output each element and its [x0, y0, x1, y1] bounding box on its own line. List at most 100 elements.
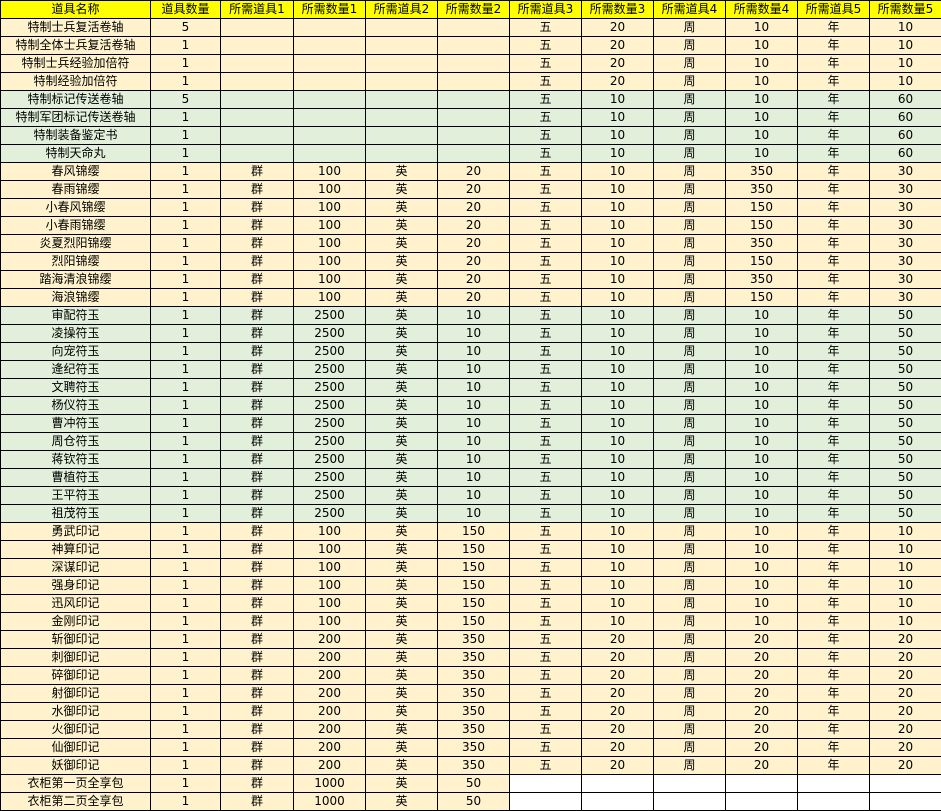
table-cell[interactable]: 2500	[293, 504, 366, 523]
table-cell[interactable]: 年	[797, 486, 870, 505]
table-cell[interactable]: 五	[509, 288, 582, 307]
table-cell[interactable]: 1	[150, 792, 221, 811]
table-cell[interactable]: 30	[869, 234, 941, 253]
table-cell[interactable]: 350	[437, 630, 510, 649]
table-cell[interactable]: 2500	[293, 396, 366, 415]
table-cell[interactable]: 五	[509, 324, 582, 343]
table-cell[interactable]: 10	[581, 558, 654, 577]
table-cell[interactable]	[581, 792, 654, 811]
table-cell[interactable]: 群	[220, 288, 294, 307]
table-cell[interactable]: 年	[797, 666, 870, 685]
item-name-cell[interactable]: 小春风锦缨	[0, 198, 151, 217]
table-cell[interactable]: 英	[365, 198, 438, 217]
table-cell[interactable]: 年	[797, 432, 870, 451]
table-cell[interactable]: 200	[293, 630, 366, 649]
item-name-cell[interactable]: 特制士兵复活卷轴	[0, 18, 151, 37]
table-cell[interactable]: 周	[653, 540, 726, 559]
table-cell[interactable]: 英	[365, 702, 438, 721]
table-cell[interactable]: 五	[509, 108, 582, 127]
table-cell[interactable]: 10	[869, 36, 941, 55]
table-cell[interactable]: 英	[365, 270, 438, 289]
table-cell[interactable]: 5	[150, 18, 221, 37]
table-cell[interactable]: 五	[509, 72, 582, 91]
table-cell[interactable]: 年	[797, 522, 870, 541]
table-cell[interactable]: 群	[220, 684, 294, 703]
table-cell[interactable]: 五	[509, 594, 582, 613]
table-cell[interactable]: 群	[220, 576, 294, 595]
table-cell[interactable]: 周	[653, 288, 726, 307]
table-cell[interactable]: 10	[869, 612, 941, 631]
table-cell[interactable]: 年	[797, 648, 870, 667]
table-cell[interactable]: 60	[869, 90, 941, 109]
table-cell[interactable]	[220, 144, 294, 163]
table-cell[interactable]: 英	[365, 504, 438, 523]
column-header-11[interactable]: 所需道具5	[797, 0, 870, 19]
table-cell[interactable]	[365, 126, 438, 145]
table-cell[interactable]: 英	[365, 396, 438, 415]
table-cell[interactable]: 年	[797, 720, 870, 739]
table-cell[interactable]: 年	[797, 162, 870, 181]
table-cell[interactable]: 1	[150, 54, 221, 73]
table-cell[interactable]: 150	[437, 558, 510, 577]
table-cell[interactable]: 10	[581, 468, 654, 487]
table-cell[interactable]	[869, 774, 941, 793]
table-cell[interactable]: 五	[509, 234, 582, 253]
table-cell[interactable]: 群	[220, 270, 294, 289]
table-cell[interactable]: 200	[293, 738, 366, 757]
table-cell[interactable]: 350	[725, 270, 798, 289]
table-cell[interactable]: 20	[437, 162, 510, 181]
table-cell[interactable]: 1	[150, 144, 221, 163]
table-cell[interactable]: 1	[150, 270, 221, 289]
table-cell[interactable]: 2500	[293, 432, 366, 451]
item-name-cell[interactable]: 春风锦缨	[0, 162, 151, 181]
table-cell[interactable]: 1	[150, 450, 221, 469]
table-cell[interactable]: 100	[293, 522, 366, 541]
table-cell[interactable]: 年	[797, 324, 870, 343]
item-name-cell[interactable]: 凌操符玉	[0, 324, 151, 343]
table-cell[interactable]: 英	[365, 576, 438, 595]
table-cell[interactable]: 20	[581, 684, 654, 703]
table-cell[interactable]: 200	[293, 702, 366, 721]
table-cell[interactable]: 150	[437, 612, 510, 631]
table-cell[interactable]	[220, 36, 294, 55]
table-cell[interactable]: 350	[437, 756, 510, 775]
table-cell[interactable]: 英	[365, 288, 438, 307]
column-header-1[interactable]: 道具名称	[0, 0, 151, 19]
table-cell[interactable]: 100	[293, 612, 366, 631]
table-cell[interactable]: 50	[869, 486, 941, 505]
table-cell[interactable]: 100	[293, 234, 366, 253]
table-cell[interactable]: 1	[150, 252, 221, 271]
table-cell[interactable]: 10	[725, 144, 798, 163]
table-cell[interactable]: 50	[869, 432, 941, 451]
table-cell[interactable]	[509, 774, 582, 793]
table-cell[interactable]: 群	[220, 468, 294, 487]
table-cell[interactable]: 10	[581, 198, 654, 217]
item-name-cell[interactable]: 衣柜第二页全享包	[0, 792, 151, 811]
table-cell[interactable]	[220, 72, 294, 91]
table-cell[interactable]: 周	[653, 126, 726, 145]
table-cell[interactable]: 年	[797, 576, 870, 595]
table-cell[interactable]: 10	[581, 486, 654, 505]
table-cell[interactable]: 10	[437, 486, 510, 505]
item-name-cell[interactable]: 蒋钦符玉	[0, 450, 151, 469]
table-cell[interactable]: 20	[437, 198, 510, 217]
table-cell[interactable]: 群	[220, 198, 294, 217]
table-cell[interactable]: 20	[869, 738, 941, 757]
table-cell[interactable]: 100	[293, 540, 366, 559]
table-cell[interactable]: 50	[869, 396, 941, 415]
table-cell[interactable]: 年	[797, 288, 870, 307]
table-cell[interactable]: 350	[725, 234, 798, 253]
table-cell[interactable]: 五	[509, 306, 582, 325]
table-cell[interactable]: 100	[293, 216, 366, 235]
table-cell[interactable]: 英	[365, 648, 438, 667]
table-cell[interactable]: 10	[581, 180, 654, 199]
table-cell[interactable]: 周	[653, 54, 726, 73]
table-cell[interactable]	[293, 18, 366, 37]
table-cell[interactable]: 2500	[293, 414, 366, 433]
table-cell[interactable]: 10	[725, 450, 798, 469]
table-cell[interactable]: 10	[581, 342, 654, 361]
table-cell[interactable]: 年	[797, 540, 870, 559]
item-name-cell[interactable]: 曹冲符玉	[0, 414, 151, 433]
table-cell[interactable]: 50	[869, 504, 941, 523]
table-cell[interactable]: 英	[365, 360, 438, 379]
